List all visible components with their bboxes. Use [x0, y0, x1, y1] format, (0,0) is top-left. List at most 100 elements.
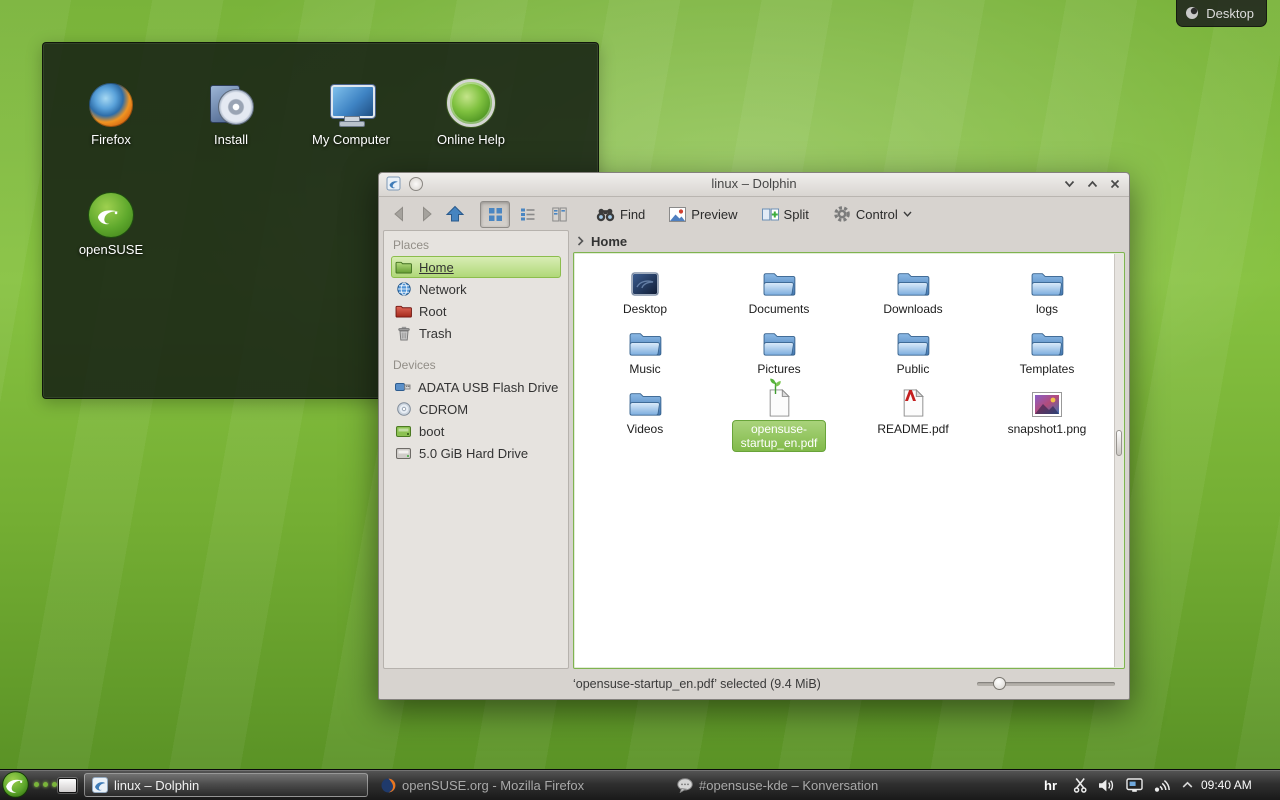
file-item-desktop[interactable]: Desktop	[578, 261, 712, 321]
activity-pager[interactable]	[34, 782, 57, 787]
sidebar-item-network[interactable]: Network	[391, 278, 561, 300]
desktop-icon-online-help[interactable]: Online Help	[416, 75, 526, 147]
cdrom-icon	[395, 402, 412, 416]
file-item-pictures[interactable]: Pictures	[712, 321, 846, 381]
file-label: Pictures	[752, 360, 805, 378]
show-desktop-button[interactable]	[58, 778, 77, 793]
titlebar[interactable]: linux – Dolphin	[379, 173, 1129, 197]
task-firefox[interactable]: openSUSE.org - Mozilla Firefox	[374, 773, 666, 797]
desktop-icon-label: openSUSE	[56, 242, 166, 257]
file-item-readme-pdf[interactable]: README.pdf	[846, 381, 980, 441]
sidebar-item-trash[interactable]: Trash	[391, 322, 561, 344]
file-item-videos[interactable]: Videos	[578, 381, 712, 441]
file-item-documents[interactable]: Documents	[712, 261, 846, 321]
hard-drive-icon	[395, 448, 412, 459]
control-button[interactable]: Control	[827, 202, 918, 226]
desktop-folder-icon	[630, 271, 660, 297]
online-help-icon	[447, 79, 495, 127]
file-item-templates[interactable]: Templates	[980, 321, 1114, 381]
dolphin-window: linux – Dolphin Find Preview Split	[378, 172, 1130, 700]
maximize-button[interactable]	[1084, 176, 1100, 192]
firefox-icon	[89, 83, 133, 127]
red-folder-icon	[395, 304, 412, 318]
columns-view-button[interactable]	[544, 201, 574, 228]
sidebar-item-cdrom[interactable]: CDROM	[391, 398, 561, 420]
clock[interactable]: 09:40 AM	[1201, 770, 1252, 800]
desktop-icon-label: Firefox	[56, 132, 166, 147]
desktop-icon-install[interactable]: Install	[176, 75, 286, 147]
scrollbar-thumb[interactable]	[1116, 430, 1122, 456]
icons-view-button[interactable]	[480, 201, 510, 228]
zoom-slider[interactable]	[977, 682, 1115, 686]
file-item-public[interactable]: Public	[846, 321, 980, 381]
desktop-icon-opensuse[interactable]: openSUSE	[56, 185, 166, 257]
file-label: Downloads	[878, 300, 947, 318]
sidebar-item-hard-drive[interactable]: 5.0 GiB Hard Drive	[391, 442, 561, 464]
plasma-cashew-icon	[1185, 6, 1199, 20]
clipboard-tray-icon[interactable]	[1073, 770, 1088, 800]
back-button[interactable]	[386, 201, 412, 227]
tray-expander[interactable]	[1182, 770, 1193, 800]
preview-button[interactable]: Preview	[663, 204, 743, 225]
task-konversation[interactable]: #opensuse-kde – Konversation	[670, 773, 962, 797]
close-button[interactable]	[1107, 176, 1123, 192]
pdf-emblem-icon	[904, 389, 917, 402]
volume-tray-icon[interactable]	[1098, 770, 1115, 800]
network-signal-icon	[1153, 778, 1170, 793]
file-item-opensuse-startup-pdf[interactable]: opensuse-startup_en.pdf	[712, 381, 846, 441]
file-item-music[interactable]: Music	[578, 321, 712, 381]
find-button[interactable]: Find	[590, 204, 651, 225]
file-item-downloads[interactable]: Downloads	[846, 261, 980, 321]
dolphin-task-icon	[92, 777, 108, 793]
sidebar-item-label: ADATA USB Flash Drive	[418, 380, 558, 395]
desktop-icon-firefox[interactable]: Firefox	[56, 75, 166, 147]
task-label: #opensuse-kde – Konversation	[699, 778, 878, 793]
breadcrumb-home[interactable]: Home	[591, 234, 627, 249]
sidebar-item-boot[interactable]: boot	[391, 420, 561, 442]
zoom-slider-handle[interactable]	[993, 677, 1006, 690]
file-view[interactable]: Desktop Documents Downloads logs	[573, 252, 1125, 669]
sidebar-item-label: boot	[419, 424, 444, 439]
application-launcher-button[interactable]	[2, 771, 29, 798]
desktop-toolbox[interactable]: Desktop	[1176, 0, 1267, 27]
opensuse-logo-icon	[2, 771, 29, 798]
chevron-down-icon	[903, 211, 912, 217]
sidebar-item-label: 5.0 GiB Hard Drive	[419, 446, 528, 461]
file-label: Public	[892, 360, 935, 378]
file-item-snapshot-png[interactable]: snapshot1.png	[980, 381, 1114, 441]
home-folder-icon	[395, 260, 412, 274]
task-label: linux – Dolphin	[114, 778, 199, 793]
taskbar-panel: linux – Dolphin openSUSE.org - Mozilla F…	[0, 769, 1280, 800]
file-label: Music	[624, 360, 665, 378]
places-panel: Places Home Network Root Trash Devices A…	[383, 230, 569, 669]
file-label: Documents	[744, 300, 815, 318]
details-view-button[interactable]	[512, 201, 542, 228]
file-grid: Desktop Documents Downloads logs	[574, 253, 1124, 441]
speaker-icon	[1098, 778, 1115, 793]
sidebar-item-usb-drive[interactable]: ADATA USB Flash Drive	[391, 376, 561, 398]
usb-drive-icon	[395, 382, 411, 392]
desktop-icon-my-computer[interactable]: My Computer	[296, 75, 406, 147]
sidebar-item-root[interactable]: Root	[391, 300, 561, 322]
minimize-button[interactable]	[1061, 176, 1077, 192]
firefox-task-icon	[381, 778, 396, 793]
up-button[interactable]	[442, 201, 468, 227]
forward-button[interactable]	[414, 201, 440, 227]
vertical-scrollbar[interactable]	[1114, 254, 1123, 667]
task-dolphin[interactable]: linux – Dolphin	[84, 773, 368, 797]
desktop-icon-label: Online Help	[416, 132, 526, 147]
breadcrumb[interactable]: Home	[573, 230, 1125, 252]
network-tray-icon[interactable]	[1153, 770, 1170, 800]
task-label: openSUSE.org - Mozilla Firefox	[402, 778, 584, 793]
file-label: Desktop	[618, 300, 672, 318]
split-button[interactable]: Split	[756, 204, 815, 225]
split-icon	[762, 207, 779, 222]
status-bar: ‘opensuse-startup_en.pdf’ selected (9.4 …	[383, 672, 1125, 696]
devices-header: Devices	[393, 358, 561, 372]
device-notifier-tray-icon[interactable]	[1126, 770, 1143, 800]
file-label: logs	[1031, 300, 1063, 318]
sprout-emblem-icon	[768, 377, 783, 395]
file-item-logs[interactable]: logs	[980, 261, 1114, 321]
sidebar-item-home[interactable]: Home	[391, 256, 561, 278]
keyboard-layout-indicator[interactable]: hr	[1044, 770, 1057, 800]
